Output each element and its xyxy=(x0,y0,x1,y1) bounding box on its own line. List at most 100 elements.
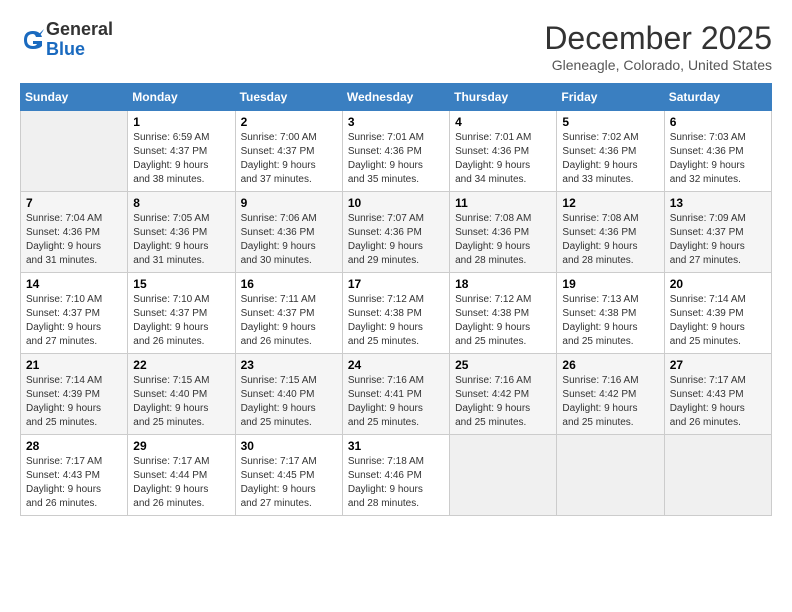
day-info: Sunrise: 7:17 AMSunset: 4:43 PMDaylight:… xyxy=(670,374,766,430)
calendar-week-row: 28 Sunrise: 7:17 AMSunset: 4:43 PMDayligh… xyxy=(21,435,772,516)
weekday-header: Wednesday xyxy=(342,84,449,111)
calendar-day-cell: 2 Sunrise: 7:00 AMSunset: 4:37 PMDaylight… xyxy=(235,111,342,192)
day-info: Sunrise: 7:08 AMSunset: 4:36 PMDaylight:… xyxy=(562,212,658,268)
day-number: 23 xyxy=(241,358,337,372)
calendar-table: SundayMondayTuesdayWednesdayThursdayFrid… xyxy=(20,83,772,516)
calendar-week-row: 14 Sunrise: 7:10 AMSunset: 4:37 PMDayligh… xyxy=(21,273,772,354)
day-number: 4 xyxy=(455,115,551,129)
calendar-day-cell: 6Sunrise: 7:03 AMSunset: 4:36 PMDaylight… xyxy=(664,111,771,192)
weekday-header: Saturday xyxy=(664,84,771,111)
day-number: 19 xyxy=(562,277,658,291)
day-number: 5 xyxy=(562,115,658,129)
calendar-header-row: SundayMondayTuesdayWednesdayThursdayFrid… xyxy=(21,84,772,111)
logo: General Blue xyxy=(20,20,113,60)
day-number: 14 xyxy=(26,277,122,291)
day-info: Sunrise: 7:09 AMSunset: 4:37 PMDaylight:… xyxy=(670,212,766,268)
calendar-week-row: 7Sunrise: 7:04 AMSunset: 4:36 PMDaylight… xyxy=(21,192,772,273)
day-info: Sunrise: 7:14 AMSunset: 4:39 PMDaylight:… xyxy=(670,293,766,349)
day-info: Sunrise: 7:07 AMSunset: 4:36 PMDaylight:… xyxy=(348,212,444,268)
calendar-day-cell: 24 Sunrise: 7:16 AMSunset: 4:41 PMDayligh… xyxy=(342,354,449,435)
day-info: Sunrise: 7:15 AMSunset: 4:40 PMDaylight:… xyxy=(241,374,337,430)
logo-blue-text: Blue xyxy=(46,40,113,60)
calendar-week-row: 1 Sunrise: 6:59 AMSunset: 4:37 PMDaylight… xyxy=(21,111,772,192)
day-info: Sunrise: 7:18 AMSunset: 4:46 PMDaylight:… xyxy=(348,455,444,511)
calendar-day-cell: 18 Sunrise: 7:12 AMSunset: 4:38 PMDayligh… xyxy=(450,273,557,354)
calendar-day-cell xyxy=(21,111,128,192)
day-number: 15 xyxy=(133,277,229,291)
logo-icon xyxy=(22,29,44,51)
day-number: 17 xyxy=(348,277,444,291)
day-info: Sunrise: 7:10 AMSunset: 4:37 PMDaylight:… xyxy=(26,293,122,349)
calendar-day-cell: 8 Sunrise: 7:05 AMSunset: 4:36 PMDaylight… xyxy=(128,192,235,273)
day-info: Sunrise: 7:01 AMSunset: 4:36 PMDaylight:… xyxy=(348,131,444,187)
day-info: Sunrise: 7:13 AMSunset: 4:38 PMDaylight:… xyxy=(562,293,658,349)
day-info: Sunrise: 7:16 AMSunset: 4:41 PMDaylight:… xyxy=(348,374,444,430)
day-info: Sunrise: 6:59 AMSunset: 4:37 PMDaylight:… xyxy=(133,131,229,187)
calendar-day-cell: 4 Sunrise: 7:01 AMSunset: 4:36 PMDaylight… xyxy=(450,111,557,192)
calendar-day-cell: 17Sunrise: 7:12 AMSunset: 4:38 PMDayligh… xyxy=(342,273,449,354)
day-number: 8 xyxy=(133,196,229,210)
weekday-header: Sunday xyxy=(21,84,128,111)
calendar-day-cell: 30 Sunrise: 7:17 AMSunset: 4:45 PMDayligh… xyxy=(235,435,342,516)
calendar-day-cell: 16 Sunrise: 7:11 AMSunset: 4:37 PMDayligh… xyxy=(235,273,342,354)
calendar-day-cell: 1 Sunrise: 6:59 AMSunset: 4:37 PMDaylight… xyxy=(128,111,235,192)
day-info: Sunrise: 7:05 AMSunset: 4:36 PMDaylight:… xyxy=(133,212,229,268)
day-number: 24 xyxy=(348,358,444,372)
day-info: Sunrise: 7:06 AMSunset: 4:36 PMDaylight:… xyxy=(241,212,337,268)
day-number: 31 xyxy=(348,439,444,453)
day-number: 22 xyxy=(133,358,229,372)
day-number: 28 xyxy=(26,439,122,453)
day-info: Sunrise: 7:02 AMSunset: 4:36 PMDaylight:… xyxy=(562,131,658,187)
day-number: 11 xyxy=(455,196,551,210)
day-info: Sunrise: 7:15 AMSunset: 4:40 PMDaylight:… xyxy=(133,374,229,430)
day-info: Sunrise: 7:03 AMSunset: 4:36 PMDaylight:… xyxy=(670,131,766,187)
calendar-day-cell: 7Sunrise: 7:04 AMSunset: 4:36 PMDaylight… xyxy=(21,192,128,273)
day-number: 20 xyxy=(670,277,766,291)
calendar-day-cell xyxy=(664,435,771,516)
day-info: Sunrise: 7:11 AMSunset: 4:37 PMDaylight:… xyxy=(241,293,337,349)
calendar-week-row: 21 Sunrise: 7:14 AMSunset: 4:39 PMDayligh… xyxy=(21,354,772,435)
day-info: Sunrise: 7:14 AMSunset: 4:39 PMDaylight:… xyxy=(26,374,122,430)
calendar-day-cell: 25Sunrise: 7:16 AMSunset: 4:42 PMDayligh… xyxy=(450,354,557,435)
weekday-header: Friday xyxy=(557,84,664,111)
calendar-day-cell: 31 Sunrise: 7:18 AMSunset: 4:46 PMDayligh… xyxy=(342,435,449,516)
day-number: 30 xyxy=(241,439,337,453)
day-number: 13 xyxy=(670,196,766,210)
calendar-day-cell: 5 Sunrise: 7:02 AMSunset: 4:36 PMDaylight… xyxy=(557,111,664,192)
month-title: December 2025 xyxy=(544,20,772,57)
day-number: 7 xyxy=(26,196,122,210)
day-number: 1 xyxy=(133,115,229,129)
calendar-day-cell: 10 Sunrise: 7:07 AMSunset: 4:36 PMDayligh… xyxy=(342,192,449,273)
day-number: 9 xyxy=(241,196,337,210)
calendar-day-cell: 19 Sunrise: 7:13 AMSunset: 4:38 PMDayligh… xyxy=(557,273,664,354)
weekday-header: Thursday xyxy=(450,84,557,111)
calendar-day-cell: 15Sunrise: 7:10 AMSunset: 4:37 PMDayligh… xyxy=(128,273,235,354)
day-info: Sunrise: 7:17 AMSunset: 4:45 PMDaylight:… xyxy=(241,455,337,511)
calendar-day-cell: 12 Sunrise: 7:08 AMSunset: 4:36 PMDayligh… xyxy=(557,192,664,273)
day-number: 12 xyxy=(562,196,658,210)
day-number: 26 xyxy=(562,358,658,372)
day-info: Sunrise: 7:16 AMSunset: 4:42 PMDaylight:… xyxy=(455,374,551,430)
calendar-day-cell: 20 Sunrise: 7:14 AMSunset: 4:39 PMDayligh… xyxy=(664,273,771,354)
day-info: Sunrise: 7:00 AMSunset: 4:37 PMDaylight:… xyxy=(241,131,337,187)
location-text: Gleneagle, Colorado, United States xyxy=(544,57,772,73)
day-info: Sunrise: 7:12 AMSunset: 4:38 PMDaylight:… xyxy=(455,293,551,349)
day-number: 21 xyxy=(26,358,122,372)
day-info: Sunrise: 7:17 AMSunset: 4:44 PMDaylight:… xyxy=(133,455,229,511)
calendar-day-cell: 13 Sunrise: 7:09 AMSunset: 4:37 PMDayligh… xyxy=(664,192,771,273)
calendar-day-cell: 11Sunrise: 7:08 AMSunset: 4:36 PMDayligh… xyxy=(450,192,557,273)
day-number: 18 xyxy=(455,277,551,291)
day-info: Sunrise: 7:16 AMSunset: 4:42 PMDaylight:… xyxy=(562,374,658,430)
day-number: 10 xyxy=(348,196,444,210)
day-info: Sunrise: 7:01 AMSunset: 4:36 PMDaylight:… xyxy=(455,131,551,187)
day-number: 16 xyxy=(241,277,337,291)
calendar-day-cell: 3Sunrise: 7:01 AMSunset: 4:36 PMDaylight… xyxy=(342,111,449,192)
day-number: 2 xyxy=(241,115,337,129)
day-info: Sunrise: 7:17 AMSunset: 4:43 PMDaylight:… xyxy=(26,455,122,511)
calendar-day-cell: 22 Sunrise: 7:15 AMSunset: 4:40 PMDayligh… xyxy=(128,354,235,435)
calendar-day-cell: 28 Sunrise: 7:17 AMSunset: 4:43 PMDayligh… xyxy=(21,435,128,516)
calendar-day-cell: 21 Sunrise: 7:14 AMSunset: 4:39 PMDayligh… xyxy=(21,354,128,435)
calendar-day-cell: 29Sunrise: 7:17 AMSunset: 4:44 PMDayligh… xyxy=(128,435,235,516)
calendar-day-cell: 9 Sunrise: 7:06 AMSunset: 4:36 PMDaylight… xyxy=(235,192,342,273)
weekday-header: Tuesday xyxy=(235,84,342,111)
